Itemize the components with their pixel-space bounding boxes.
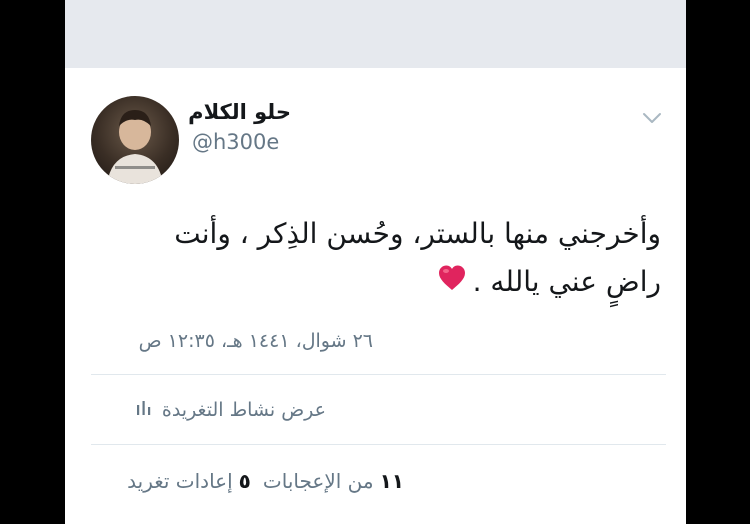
divider [91, 444, 666, 445]
retweets-count: ٥ [238, 469, 251, 493]
bar-chart-icon [136, 398, 152, 421]
tweet-text-line-2-content: راضٍ عني يالله . [472, 265, 661, 298]
top-bar [65, 0, 686, 68]
likes-count: ١١ [379, 469, 404, 493]
retweets-label: إعادات تغريد [127, 469, 233, 493]
author-display-name[interactable]: حلو الكلام [188, 100, 291, 124]
tweet-stats: ١١ من الإعجابات ٥ إعادات تغريد [127, 469, 404, 493]
tweet-activity-link[interactable]: عرض نشاط التغريدة [136, 398, 326, 421]
likes-stat[interactable]: ١١ من الإعجابات [263, 469, 404, 493]
heart-emoji-icon [437, 259, 467, 307]
activity-label: عرض نشاط التغريدة [161, 398, 326, 421]
tweet-screen: حلو الكلام @h300e وأخرجني منها بالستر، و… [65, 0, 686, 524]
left-frame-border [0, 0, 65, 524]
tweet-text-line-1: وأخرجني منها بالستر، وحُسن الذِكر ، وأنت [174, 217, 661, 250]
tweet-card[interactable]: حلو الكلام @h300e وأخرجني منها بالستر، و… [65, 68, 686, 524]
retweets-stat[interactable]: ٥ إعادات تغريد [127, 469, 251, 493]
avatar[interactable] [91, 96, 179, 184]
right-frame-border [686, 0, 750, 524]
divider [91, 374, 666, 375]
author-handle[interactable]: @h300e [192, 130, 279, 154]
likes-label: من الإعجابات [262, 469, 374, 493]
tweet-text-line-2: راضٍ عني يالله . [101, 258, 661, 307]
tweet-timestamp: ٢٦ شوال، ١٤٤١ هـ، ١٢:٣٥ ص [138, 330, 373, 352]
chevron-down-icon[interactable] [640, 106, 664, 130]
tweet-text: وأخرجني منها بالستر، وحُسن الذِكر ، وأنت… [101, 210, 661, 307]
